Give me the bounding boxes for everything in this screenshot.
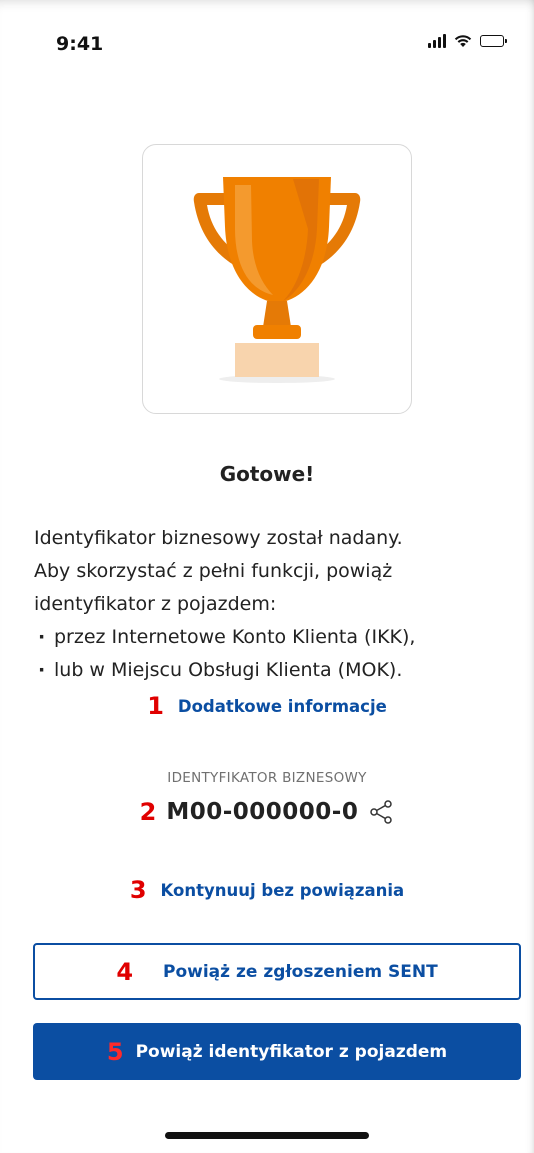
trophy-illustration-card [142,144,412,414]
result-description: Identyfikator biznesowy został nadany. A… [34,522,504,687]
share-icon[interactable] [368,799,394,825]
status-icons [428,34,507,48]
status-time: 9:41 [56,33,104,55]
success-title: Gotowe! [219,462,315,486]
more-info-link[interactable]: Dodatkowe informacje [178,697,387,716]
options-list: przez Internetowe Konto Klienta (IKK), l… [34,621,504,687]
identifier-row: 2 M00-000000-0 [0,798,534,826]
continue-row: 3 Kontynuuj bez powiązania [0,876,534,904]
phone-screen: 9:41 Gotowe! Identyfikator biznesowy zos… [0,0,534,1153]
status-bar: 9:41 [0,0,534,80]
description-line: Aby skorzystać z pełni funkcji, powiąż [34,560,393,582]
link-sent-button[interactable]: 4 Powiąż ze zgłoszeniem SENT [33,943,521,1000]
list-item: lub w Miejscu Obsługi Klienta (MOK). [34,654,504,687]
description-line: Identyfikator biznesowy został nadany. [34,527,403,549]
identifier-label: IDENTYFIKATOR BIZNESOWY [167,770,367,786]
annotation-number-2: 2 [139,798,157,826]
description-line: identyfikator z pojazdem: [34,593,277,615]
continue-without-linking-link[interactable]: Kontynuuj bez powiązania [161,881,405,900]
annotation-number-3: 3 [129,876,147,904]
annotation-number-5: 5 [106,1037,124,1066]
trophy-icon [193,177,361,383]
more-info-row: 1 Dodatkowe informacje [0,692,534,720]
cellular-signal-icon [428,34,446,48]
annotation-number-4: 4 [116,957,134,986]
identifier-value: M00-000000-0 [166,799,359,825]
link-sent-button-label: Powiąż ze zgłoszeniem SENT [163,961,438,982]
link-vehicle-button[interactable]: 5 Powiąż identyfikator z pojazdem [33,1023,521,1080]
battery-icon [480,35,507,47]
home-indicator[interactable] [165,1132,369,1139]
link-vehicle-button-label: Powiąż identyfikator z pojazdem [135,1041,448,1062]
wifi-icon [454,35,472,47]
list-item: przez Internetowe Konto Klienta (IKK), [34,621,504,654]
annotation-number-1: 1 [147,692,164,720]
